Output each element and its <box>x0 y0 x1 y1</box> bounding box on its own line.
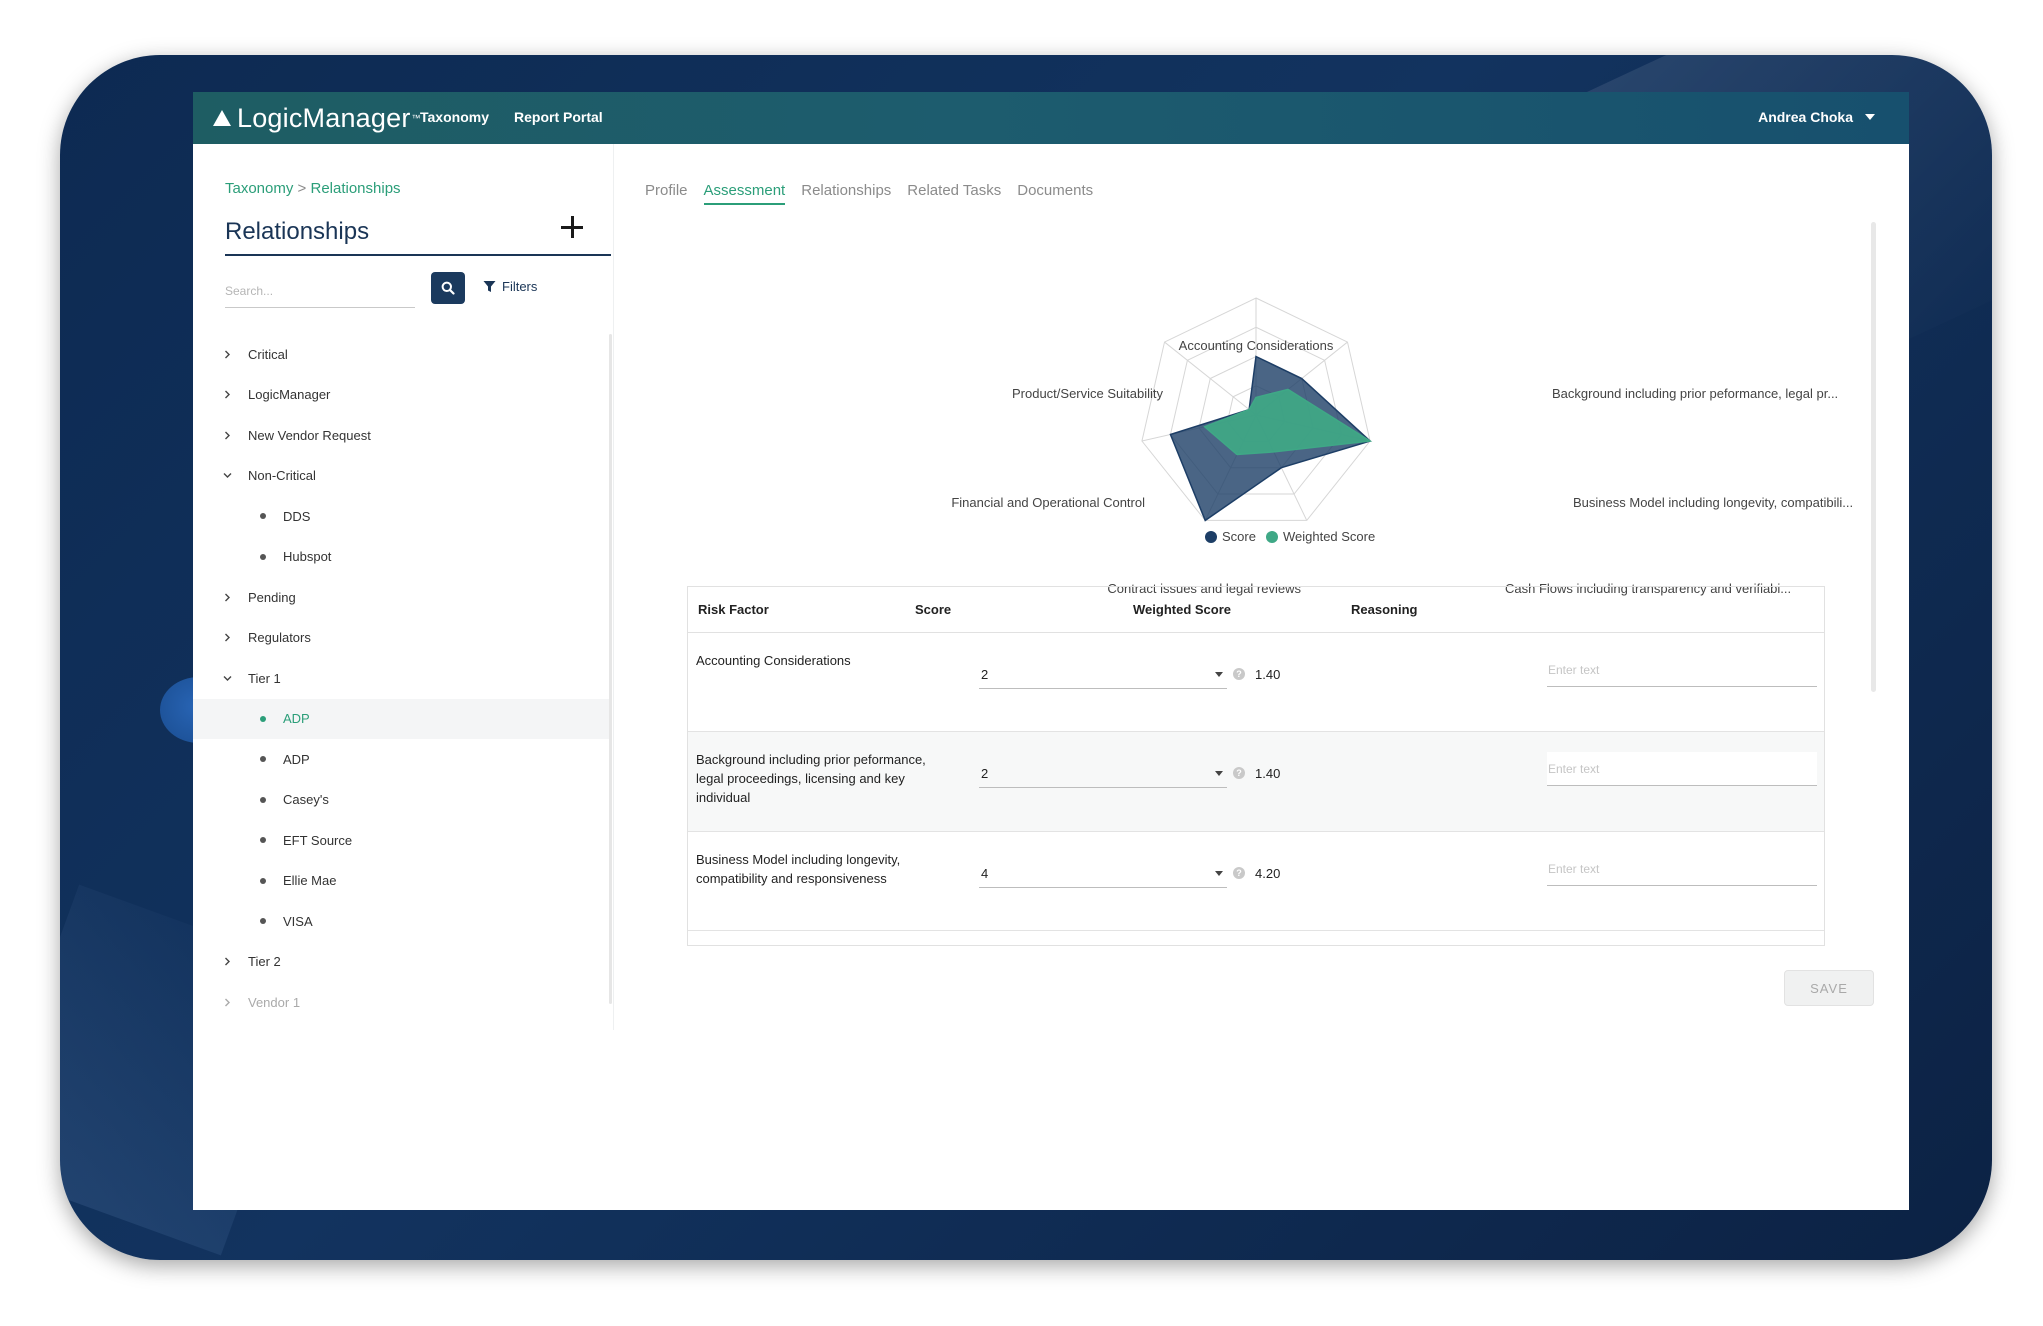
table-header: Risk Factor Score Weighted Score Reasoni… <box>688 587 1824 633</box>
legend-label: Score <box>1222 529 1256 544</box>
assessment-table: Risk Factor Score Weighted Score Reasoni… <box>687 586 1825 946</box>
reasoning-input[interactable] <box>1547 653 1817 687</box>
chart-legend: Score Weighted Score <box>1205 529 1385 544</box>
save-button[interactable]: SAVE <box>1784 970 1874 1006</box>
weighted-score-value: 4.20 <box>1255 866 1281 881</box>
table-row: Business Model including longevity, comp… <box>688 832 1824 931</box>
legend-swatch <box>1265 530 1278 543</box>
app-screen: LogicManager ™ Taxonomy Report Portal And… <box>193 92 1909 1210</box>
header-weighted-score: Weighted Score <box>1133 602 1232 617</box>
risk-factor-cell: Background including prior peformance, l… <box>696 752 926 805</box>
table-row: Background including prior peformance, l… <box>688 732 1824 832</box>
radar-axis-label: Business Model including longevity, comp… <box>1573 495 1854 510</box>
reasoning-input[interactable] <box>1547 852 1817 886</box>
legend-label: Weighted Score <box>1282 529 1376 544</box>
help-icon[interactable]: ? <box>1233 867 1245 879</box>
weighted-score-value: 1.40 <box>1255 766 1281 781</box>
dropdown-arrow-icon <box>1215 771 1223 776</box>
header-risk-factor: Risk Factor <box>698 602 769 617</box>
weighted-score-value: 1.40 <box>1255 667 1281 682</box>
legend-item[interactable]: Weighted Score <box>1265 529 1376 544</box>
risk-factor-cell: Accounting Considerations <box>696 653 851 668</box>
reasoning-input[interactable] <box>1547 752 1817 786</box>
radar-axis-label: Background including prior peformance, l… <box>1552 386 1839 401</box>
score-value: 2 <box>981 766 989 781</box>
score-value: 2 <box>981 667 989 682</box>
score-select[interactable]: 4 <box>979 858 1227 888</box>
legend-swatch <box>1205 530 1217 543</box>
radar-axis-label: Product/Service Suitability <box>1011 386 1163 401</box>
help-icon[interactable]: ? <box>1233 767 1245 779</box>
radar-axis-label: Accounting Considerations <box>1178 338 1334 353</box>
header-score: Score <box>915 602 952 617</box>
table-row: Accounting Considerations 2? 1.40 <box>688 633 1824 732</box>
main-scrollbar[interactable] <box>1871 222 1876 692</box>
score-select[interactable]: 2 <box>979 758 1227 788</box>
dropdown-arrow-icon <box>1215 672 1223 677</box>
help-icon[interactable]: ? <box>1233 668 1245 680</box>
header-reasoning: Reasoning <box>1351 602 1418 617</box>
radar-axis-label: Financial and Operational Control <box>951 495 1145 510</box>
score-select[interactable]: 2 <box>979 659 1227 689</box>
score-value: 4 <box>981 866 989 881</box>
risk-factor-cell: Business Model including longevity, comp… <box>696 852 901 886</box>
dropdown-arrow-icon <box>1215 871 1223 876</box>
legend-item[interactable]: Score <box>1205 529 1256 544</box>
